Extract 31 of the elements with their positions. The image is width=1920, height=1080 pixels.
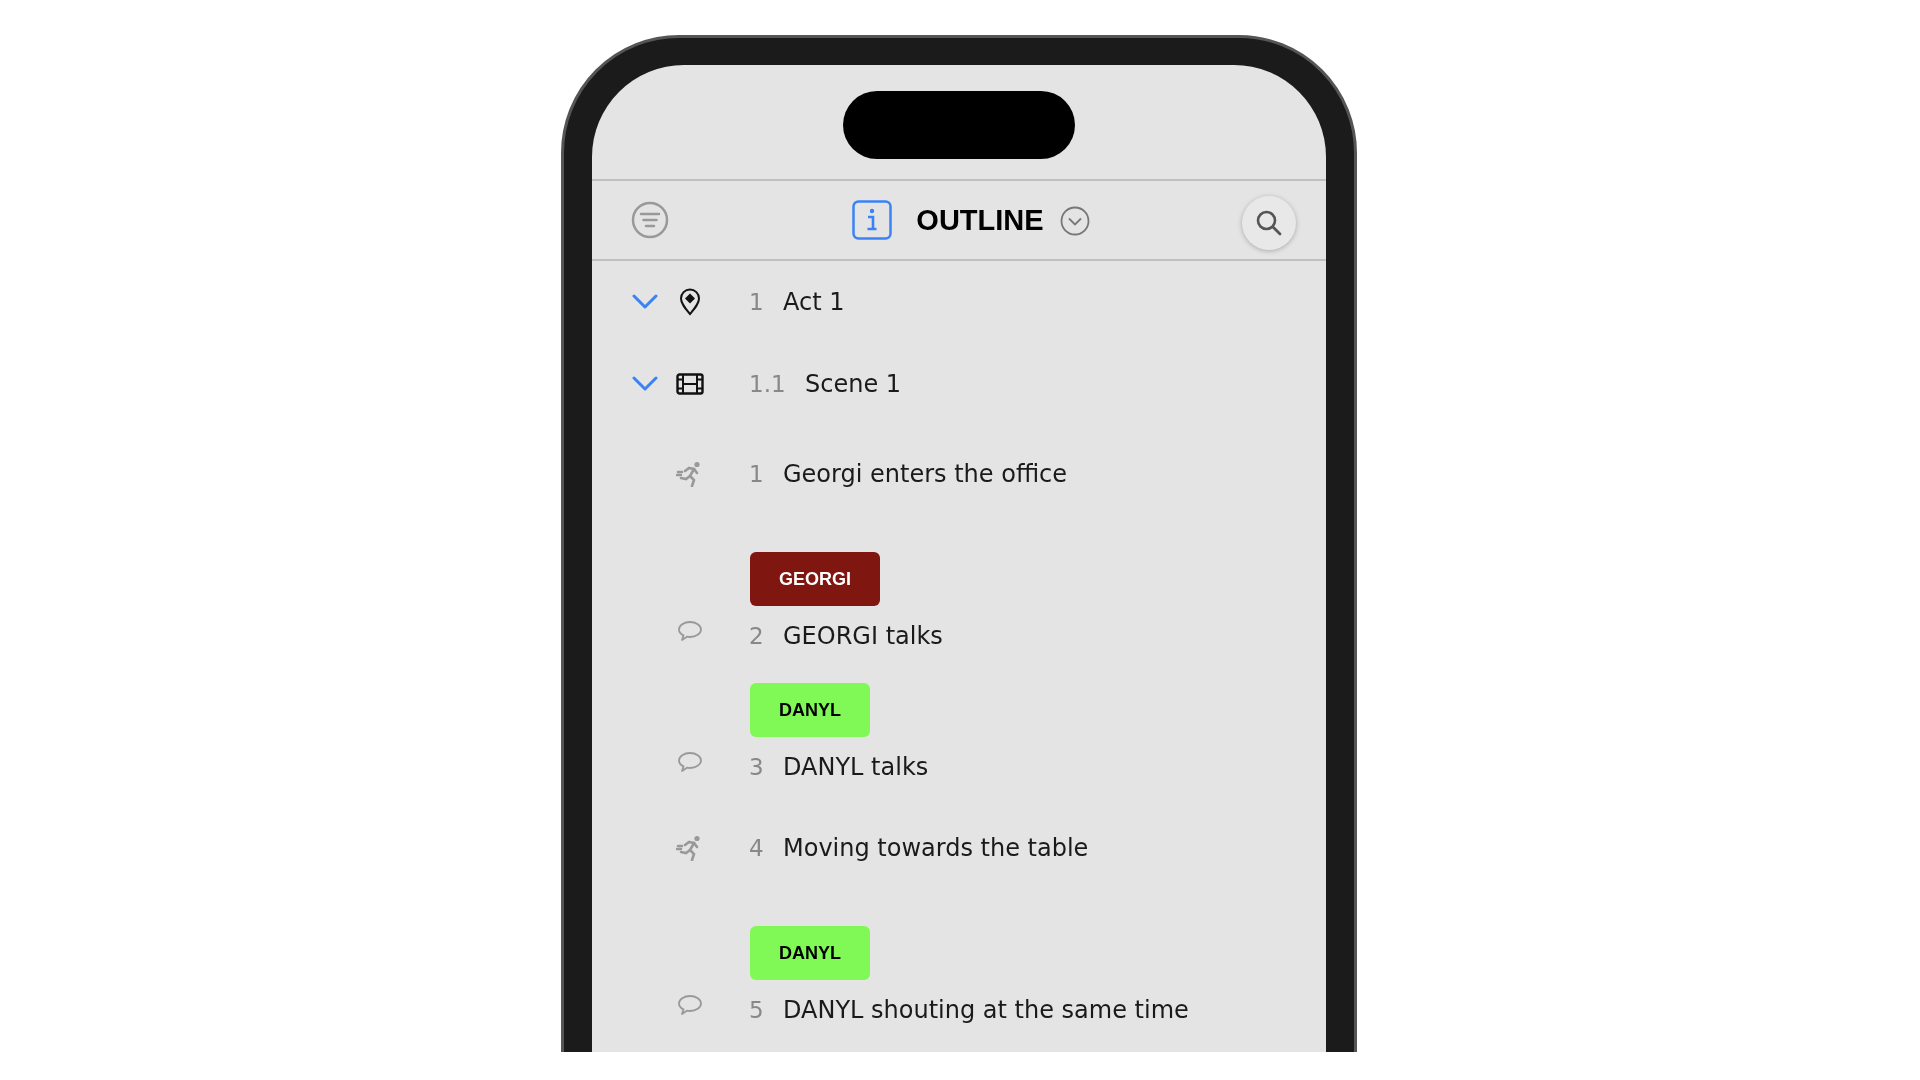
film-strip-icon xyxy=(676,373,704,395)
item-number: 5 xyxy=(749,997,765,1023)
character-tag[interactable]: DANYL xyxy=(750,926,870,980)
item-number: 3 xyxy=(749,754,765,780)
item-number: 1 xyxy=(749,461,765,487)
search-button[interactable] xyxy=(1242,196,1296,250)
outline-title: OUTLINE xyxy=(916,203,1044,237)
item-number: 4 xyxy=(749,835,765,861)
chevron-down-icon[interactable] xyxy=(632,376,658,392)
item-title[interactable]: Georgi enters the office xyxy=(783,460,1068,488)
speech-bubble-icon xyxy=(677,620,703,642)
filter-icon xyxy=(631,201,669,239)
dropdown-chevron-icon[interactable] xyxy=(1059,206,1090,236)
item-number: 1 xyxy=(749,289,765,315)
item-title[interactable]: Scene 1 xyxy=(805,370,902,398)
search-icon xyxy=(1255,209,1283,237)
item-title[interactable]: DANYL shouting at the same time xyxy=(783,996,1189,1024)
location-pin-icon xyxy=(679,288,701,316)
info-icon[interactable] xyxy=(852,200,893,240)
speech-bubble-icon xyxy=(677,751,703,773)
character-tag[interactable]: GEORGI xyxy=(750,552,880,606)
item-title[interactable]: Act 1 xyxy=(783,288,845,316)
item-number: 1.1 xyxy=(749,371,787,397)
speech-bubble-icon xyxy=(677,994,703,1016)
item-number: 2 xyxy=(749,623,765,649)
chevron-down-icon[interactable] xyxy=(632,294,658,310)
character-tag[interactable]: DANYL xyxy=(750,683,870,737)
item-title[interactable]: Moving towards the table xyxy=(783,834,1089,862)
item-title[interactable]: DANYL talks xyxy=(783,753,929,781)
item-title[interactable]: GEORGI talks xyxy=(783,622,943,650)
filter-button[interactable] xyxy=(630,200,670,240)
